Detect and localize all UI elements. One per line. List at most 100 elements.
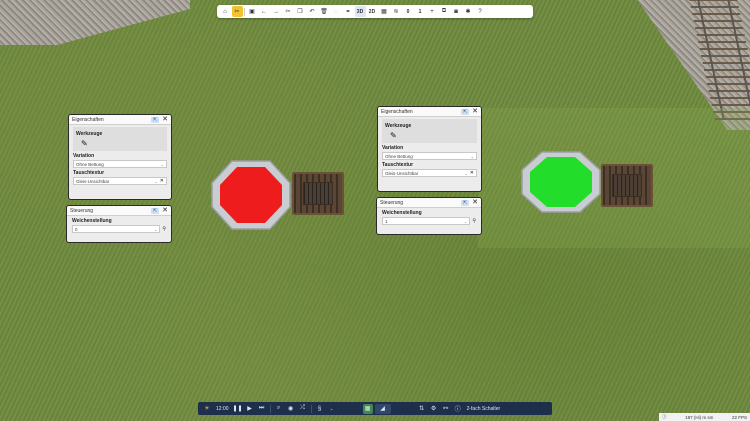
info-icon[interactable]: ⓘ [453, 404, 463, 414]
globe-icon[interactable]: ◉ [286, 404, 296, 414]
variation-label: Variation [73, 153, 95, 159]
variation-select[interactable]: Ohne Bettung ⌄ [382, 152, 477, 160]
grid-view-tab[interactable]: ▦ [362, 403, 373, 414]
window-icon[interactable]: ⧉ [439, 6, 450, 17]
gravel-bed-top-left [0, 0, 190, 45]
undo-icon[interactable]: ← [259, 6, 270, 17]
terrain-tab[interactable]: ◢ [374, 403, 391, 414]
panel-titlebar: Steuerung ⇱ ✕ [377, 198, 481, 208]
signal-lamp-green [530, 157, 592, 207]
search-icon[interactable]: ⌕ [274, 404, 284, 414]
paste-icon[interactable]: ↶ [307, 6, 318, 17]
panel-titlebar: Steuerung ⇱ ✕ [67, 206, 171, 216]
camera-icon[interactable]: ◙ [451, 6, 462, 17]
pencil-icon[interactable]: ✎ [385, 130, 474, 141]
grid-icon[interactable]: ▦ [379, 6, 390, 17]
properties-panel-left: Eigenschaften ⇱ ✕ Werkzeuge ✎ Variation … [68, 114, 172, 200]
save-icon[interactable]: ▣ [247, 6, 258, 17]
variation-label: Variation [382, 145, 404, 151]
werkzeuge-label: Werkzeuge [385, 123, 412, 129]
sliders-icon[interactable]: ⇅ [417, 404, 427, 414]
track-switch-grate [303, 182, 333, 205]
bar-divider [269, 404, 271, 413]
fps-counter: 22 FPS [731, 414, 747, 420]
chevron-down-icon[interactable]: ⌄ [327, 404, 337, 414]
chevron-down-icon: ⌄ [470, 153, 474, 159]
selected-object-name: 2-fach Schalter [466, 405, 501, 412]
panel-titlebar: Eigenschaften ⇱ ✕ [69, 115, 171, 125]
view-2d-button[interactable]: 2D [367, 6, 378, 17]
clock-time: 12:00 [216, 405, 229, 412]
pencil-icon[interactable]: ✎ [76, 138, 164, 149]
chevron-down-icon: ⌄ [160, 161, 164, 167]
copy-icon[interactable]: ❐ [295, 6, 306, 17]
redo-icon[interactable]: → [271, 6, 282, 17]
panel-title: Steuerung [380, 199, 404, 206]
weichenstellung-label: Weichenstellung [382, 210, 422, 216]
weichenstellung-select[interactable]: 0 ⌄ [72, 225, 161, 233]
puzzle-icon[interactable]: ✱ [463, 6, 474, 17]
fast-forward-icon[interactable]: ⏭ [257, 404, 267, 414]
variation-value: Ohne Bettung [385, 153, 413, 159]
switch-button-green[interactable] [520, 150, 602, 214]
sun-icon[interactable]: ☀ [202, 404, 212, 414]
pause-icon[interactable]: ❚❚ [233, 404, 243, 414]
home-icon[interactable]: ⌂ [220, 6, 231, 17]
switch-button-red[interactable] [210, 159, 292, 231]
cut-icon[interactable]: ✂ [283, 6, 294, 17]
add-icon[interactable]: + [427, 6, 438, 17]
panel-title: Eigenschaften [72, 116, 104, 123]
object-icon[interactable]: ◌ [331, 6, 342, 17]
connect-icon[interactable]: ⚯ [441, 404, 451, 414]
tauschtextur-select[interactable]: Gleis-Unsichtbar ⌄ ✕ [382, 169, 477, 177]
popout-icon[interactable]: ⇱ [461, 108, 470, 115]
chevron-down-icon: ⌄ [464, 170, 468, 176]
popout-icon[interactable]: ⇱ [151, 116, 160, 123]
delete-icon[interactable]: 🗑 [319, 6, 330, 17]
close-icon[interactable]: ✕ [162, 116, 168, 123]
chevron-down-icon: ⌄ [463, 218, 468, 224]
tools-icon[interactable]: ✂ [231, 6, 243, 17]
close-icon[interactable]: ✕ [472, 108, 478, 115]
play-icon[interactable]: ▶ [245, 404, 255, 414]
werkzeuge-section: Werkzeuge ✎ [382, 119, 477, 143]
werkzeuge-label: Werkzeuge [76, 131, 103, 137]
tauschtextur-label: Tauschtextur [73, 170, 105, 176]
shuffle-icon[interactable]: ⤮ [298, 404, 308, 414]
close-icon[interactable]: ✕ [162, 207, 168, 214]
track-switch-grate [612, 174, 642, 197]
panel-title: Steuerung [70, 207, 94, 214]
tauschtextur-label: Tauschtextur [382, 162, 414, 168]
track-switch-left[interactable] [292, 172, 344, 215]
toolbar-divider [244, 7, 245, 16]
popout-icon[interactable]: ⇱ [461, 199, 470, 206]
popout-icon[interactable]: ⇱ [151, 207, 160, 214]
variation-value: Ohne Bettung [76, 161, 104, 167]
track-switch-right[interactable] [601, 164, 653, 207]
weichenstellung-select[interactable]: 1 ⌄ [382, 217, 471, 225]
status-bar: ⓘ 187 (Hi) m sm 22 FPS [659, 413, 750, 421]
panel-title: Eigenschaften [381, 108, 413, 115]
route-icon[interactable]: § [315, 404, 325, 414]
werkzeuge-section: Werkzeuge ✎ [73, 127, 167, 151]
control-panel-right: Steuerung ⇱ ✕ Weichenstellung 1 ⌄ ⚲ [376, 197, 482, 235]
tauschtextur-select[interactable]: Gleis-Unsichtbar ⌄ ✕ [73, 177, 167, 185]
help-icon[interactable]: ? [475, 6, 486, 17]
main-toolbar: ⌂ ✂ ▣ ← → ✂ ❐ ↶ 🗑 ◌ ⚭ 3D 2D ▦ ≋ 0 1 + ⧉ … [217, 5, 533, 18]
view-3d-button[interactable]: 3D [354, 6, 366, 17]
link-icon[interactable]: ⚭ [343, 6, 354, 17]
status-text: 187 (Hi) m sm [685, 414, 714, 420]
control-panel-left: Steuerung ⇱ ✕ Weichenstellung 0 ⌄ ⚲ [66, 205, 172, 243]
close-icon[interactable]: ✕ [472, 199, 478, 206]
pin-icon[interactable]: ⚲ [162, 226, 166, 232]
weichenstellung-label: Weichenstellung [72, 218, 112, 224]
variation-select[interactable]: Ohne Bettung ⌄ [73, 160, 167, 168]
weichenstellung-value: 1 [385, 218, 388, 224]
clear-icon[interactable]: ✕ [160, 178, 164, 184]
settings-icon[interactable]: ⚙ [429, 404, 439, 414]
pin-icon[interactable]: ⚲ [472, 218, 476, 224]
layers-icon[interactable]: ≋ [391, 6, 402, 17]
info-icon: ⓘ [662, 414, 667, 419]
clear-icon[interactable]: ✕ [470, 170, 474, 176]
chevron-down-icon: ⌄ [154, 178, 158, 184]
